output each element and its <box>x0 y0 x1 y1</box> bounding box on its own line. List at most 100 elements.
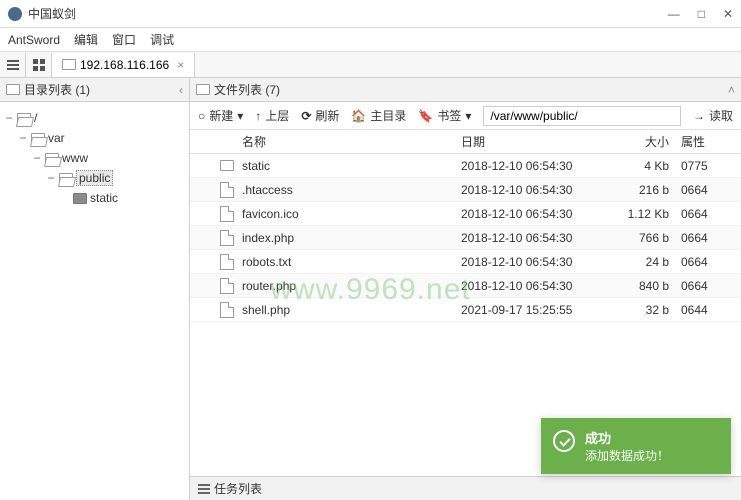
read-button[interactable]: →读取 <box>693 107 733 124</box>
taskbar: 任务列表 <box>190 476 741 500</box>
file-icon <box>220 230 234 246</box>
table-row[interactable]: .htaccess2018-12-10 06:54:30216 b0664 <box>190 178 741 202</box>
col-date[interactable]: 日期 <box>461 133 611 150</box>
home-button[interactable]: 🏠主目录 <box>351 107 406 124</box>
minimize-button[interactable]: — <box>668 7 680 21</box>
col-size[interactable]: 大小 <box>611 133 681 150</box>
directory-panel: 目录列表 (1) ‹ −/ −var −www −public static <box>0 78 190 500</box>
tree-toggle[interactable]: − <box>4 111 14 125</box>
file-panel-title: 文件列表 (7) <box>214 81 280 98</box>
directory-panel-header: 目录列表 (1) ‹ <box>0 78 189 102</box>
file-icon <box>220 254 234 270</box>
file-attr: 0775 <box>681 159 741 173</box>
menu-edit[interactable]: 编辑 <box>74 31 98 48</box>
file-attr: 0664 <box>681 207 741 221</box>
tab-label: 192.168.116.166 <box>80 58 169 72</box>
tree-node-label[interactable]: var <box>48 131 65 145</box>
tree-toggle[interactable]: − <box>46 171 56 185</box>
menu-debug[interactable]: 调试 <box>150 31 174 48</box>
folder-icon <box>73 193 87 204</box>
table-row[interactable]: favicon.ico2018-12-10 06:54:301.12 Kb066… <box>190 202 741 226</box>
file-name: .htaccess <box>242 183 461 197</box>
tab-strip: 192.168.116.166 × <box>0 52 741 78</box>
table-row[interactable]: index.php2018-12-10 06:54:30766 b0664 <box>190 226 741 250</box>
file-name: static <box>242 159 461 173</box>
success-toast: 成功 添加数据成功！ <box>541 418 731 474</box>
file-name: robots.txt <box>242 255 461 269</box>
close-button[interactable]: ✕ <box>723 7 733 21</box>
file-attr: 0664 <box>681 255 741 269</box>
check-icon <box>553 430 575 452</box>
directory-tree[interactable]: −/ −var −www −public static <box>0 102 189 500</box>
file-name: favicon.ico <box>242 207 461 221</box>
menu-window[interactable]: 窗口 <box>112 31 136 48</box>
file-panel-header: 文件列表 (7) ˄ <box>190 78 741 102</box>
file-icon <box>220 278 234 294</box>
tree-toggle[interactable]: − <box>32 151 42 165</box>
tab-close-icon[interactable]: × <box>177 58 184 72</box>
chevron-up-icon[interactable]: ˄ <box>728 83 735 97</box>
file-icon <box>220 302 234 318</box>
tree-node-label[interactable]: public <box>76 170 113 186</box>
directory-panel-title: 目录列表 (1) <box>24 81 90 98</box>
folder-icon <box>62 59 76 70</box>
file-size: 216 b <box>611 183 681 197</box>
col-attr[interactable]: 属性 <box>681 133 741 150</box>
menu-antsword[interactable]: AntSword <box>8 33 60 47</box>
file-size: 24 b <box>611 255 681 269</box>
path-input[interactable] <box>483 106 681 126</box>
taskbar-title: 任务列表 <box>214 480 262 497</box>
folder-icon <box>6 84 20 95</box>
file-icon <box>220 206 234 222</box>
chevron-down-icon: ▾ <box>465 109 471 123</box>
tab-host[interactable]: 192.168.116.166 × <box>52 53 195 77</box>
tree-node-label[interactable]: www <box>62 151 88 165</box>
file-size: 840 b <box>611 279 681 293</box>
file-date: 2018-12-10 06:54:30 <box>461 207 611 221</box>
list-icon <box>7 59 19 71</box>
file-attr: 0664 <box>681 231 741 245</box>
file-size: 32 b <box>611 303 681 317</box>
menu-bar: AntSword 编辑 窗口 调试 <box>0 28 741 52</box>
file-name: index.php <box>242 231 461 245</box>
file-date: 2018-12-10 06:54:30 <box>461 183 611 197</box>
file-date: 2018-12-10 06:54:30 <box>461 231 611 245</box>
new-button[interactable]: ○新建▾ <box>198 107 243 124</box>
refresh-button[interactable]: ⟳刷新 <box>301 107 339 124</box>
folder-open-icon <box>17 113 31 124</box>
file-toolbar: ○新建▾ ↑上层 ⟳刷新 🏠主目录 🔖书签▾ →读取 <box>190 102 741 130</box>
folder-open-icon <box>59 173 73 184</box>
file-date: 2018-12-10 06:54:30 <box>461 279 611 293</box>
file-size: 1.12 Kb <box>611 207 681 221</box>
chevron-left-icon[interactable]: ‹ <box>179 83 183 97</box>
file-name: shell.php <box>242 303 461 317</box>
view-grid-button[interactable] <box>26 53 52 77</box>
file-icon <box>220 182 234 198</box>
bookmark-button[interactable]: 🔖书签▾ <box>418 107 471 124</box>
tree-toggle[interactable]: − <box>18 131 28 145</box>
table-row[interactable]: robots.txt2018-12-10 06:54:3024 b0664 <box>190 250 741 274</box>
table-row[interactable]: shell.php2021-09-17 15:25:5532 b0644 <box>190 298 741 322</box>
file-attr: 0644 <box>681 303 741 317</box>
table-header: 名称 日期 大小 属性 <box>190 130 741 154</box>
table-row[interactable]: router.php2018-12-10 06:54:30840 b0664 <box>190 274 741 298</box>
file-date: 2018-12-10 06:54:30 <box>461 159 611 173</box>
up-button[interactable]: ↑上层 <box>255 107 289 124</box>
tree-node-label[interactable]: / <box>34 111 37 125</box>
window-titlebar: 中国蚁剑 — □ ✕ <box>0 0 741 28</box>
file-size: 766 b <box>611 231 681 245</box>
folder-icon <box>220 160 234 171</box>
view-list-button[interactable] <box>0 53 26 77</box>
chevron-down-icon: ▾ <box>237 109 243 123</box>
toast-message: 添加数据成功！ <box>585 447 713 464</box>
list-icon <box>198 484 210 494</box>
maximize-button[interactable]: □ <box>698 7 705 21</box>
table-row[interactable]: static2018-12-10 06:54:304 Kb0775 <box>190 154 741 178</box>
folder-open-icon <box>31 133 45 144</box>
file-attr: 0664 <box>681 279 741 293</box>
folder-open-icon <box>45 153 59 164</box>
tree-node-label[interactable]: static <box>90 191 118 205</box>
file-name: router.php <box>242 279 461 293</box>
file-date: 2018-12-10 06:54:30 <box>461 255 611 269</box>
col-name[interactable]: 名称 <box>242 133 461 150</box>
